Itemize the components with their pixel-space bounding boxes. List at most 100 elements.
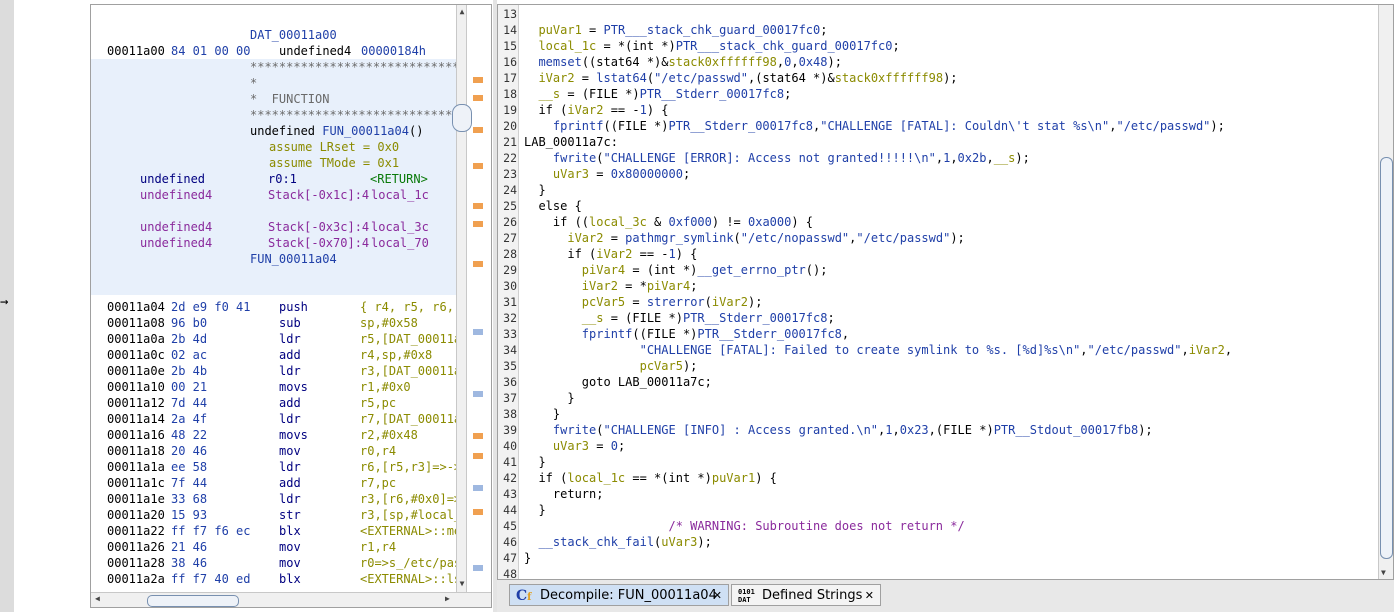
instruction-address[interactable]: 00011a1c — [107, 475, 165, 491]
overview-marker[interactable] — [473, 261, 483, 267]
var-name[interactable]: local_1c — [371, 187, 429, 203]
instruction-mnemonic[interactable]: blx — [279, 571, 301, 587]
listing-horizontal-scrollbar[interactable]: ◀ ▶ — [91, 592, 491, 607]
code-line[interactable]: LAB_00011a7c: — [524, 134, 618, 150]
scroll-down-icon[interactable]: ▼ — [1381, 568, 1386, 577]
instruction-mnemonic[interactable]: str — [279, 507, 301, 523]
overview-marker[interactable] — [473, 453, 483, 459]
instruction-address[interactable]: 00011a1e — [107, 491, 165, 507]
instruction-address[interactable]: 00011a08 — [107, 315, 165, 331]
instruction-address[interactable]: 00011a0e — [107, 363, 165, 379]
instruction-mnemonic[interactable]: sub — [279, 315, 301, 331]
horizontal-scroll-thumb[interactable] — [147, 595, 239, 607]
code-line[interactable]: } — [524, 454, 545, 470]
data-address[interactable]: 00011a00 — [107, 43, 165, 59]
function-name[interactable]: FUN_00011a04 — [322, 124, 409, 138]
close-icon[interactable]: ✕ — [865, 585, 874, 607]
instruction-mnemonic[interactable]: ldr — [279, 411, 301, 427]
overview-marker[interactable] — [473, 565, 483, 571]
code-line[interactable]: pcVar5 = strerror(iVar2); — [524, 294, 763, 310]
instruction-operands[interactable]: r1,r4 — [360, 539, 396, 555]
vertical-scroll-thumb[interactable] — [1380, 157, 1393, 559]
instruction-address[interactable]: 00011a26 — [107, 539, 165, 555]
instruction-operands[interactable]: r2,#0x48 — [360, 427, 418, 443]
code-line[interactable]: if (iVar2 == -1) { — [524, 246, 697, 262]
code-line[interactable]: goto LAB_00011a7c; — [524, 374, 712, 390]
code-line[interactable]: } — [524, 390, 574, 406]
instruction-operands[interactable]: <EXTERNAL>::me — [360, 523, 459, 539]
instruction-operands[interactable]: sp,#0x58 — [360, 315, 418, 331]
code-line[interactable]: else { — [524, 198, 581, 214]
instruction-mnemonic[interactable]: movs — [279, 427, 308, 443]
overview-marker[interactable] — [473, 329, 483, 335]
listing-scroll-thumb[interactable] — [452, 104, 472, 132]
code-line[interactable]: piVar4 = (int *)__get_errno_ptr(); — [524, 262, 828, 278]
code-line[interactable]: } — [524, 550, 531, 566]
overview-marker[interactable] — [473, 433, 483, 439]
overview-marker[interactable] — [473, 391, 483, 397]
code-line[interactable]: __stack_chk_fail(uVar3); — [524, 534, 711, 550]
listing-panel[interactable]: DAT_00011a00 00011a00 84 01 00 00 undefi… — [90, 4, 492, 608]
instruction-address[interactable]: 00011a10 — [107, 379, 165, 395]
instruction-address[interactable]: 00011a2a — [107, 571, 165, 587]
instruction-mnemonic[interactable]: add — [279, 395, 301, 411]
var-name[interactable]: local_3c — [371, 219, 429, 235]
overview-marker[interactable] — [473, 163, 483, 169]
instruction-address[interactable]: 00011a12 — [107, 395, 165, 411]
overview-marker[interactable] — [473, 509, 483, 515]
code-line[interactable]: uVar3 = 0; — [524, 438, 625, 454]
decompile-vertical-scrollbar[interactable]: ▼ — [1378, 5, 1393, 579]
instruction-mnemonic[interactable]: add — [279, 347, 301, 363]
code-line[interactable]: if (local_1c == *(int *)puVar1) { — [524, 470, 776, 486]
instruction-mnemonic[interactable]: blx — [279, 523, 301, 539]
code-line[interactable]: fprintf((FILE *)PTR__Stderr_00017fc8, — [524, 326, 849, 342]
code-line[interactable]: puVar1 = PTR___stack_chk_guard_00017fc0; — [524, 22, 827, 38]
instruction-address[interactable]: 00011a22 — [107, 523, 165, 539]
instruction-operands[interactable]: r3,[sp,#local_ — [360, 507, 459, 523]
overview-marker[interactable] — [473, 95, 483, 101]
instruction-operands[interactable]: r7,pc — [360, 475, 396, 491]
overview-marker[interactable] — [473, 485, 483, 491]
code-line[interactable]: return; — [524, 486, 604, 502]
instruction-mnemonic[interactable]: mov — [279, 443, 301, 459]
instruction-address[interactable]: 00011a0c — [107, 347, 165, 363]
instruction-operands[interactable]: r7,[DAT_00011a — [360, 411, 459, 427]
instruction-mnemonic[interactable]: ldr — [279, 459, 301, 475]
instruction-operands[interactable]: { r4, r5, r6, — [360, 299, 454, 315]
code-line[interactable]: fwrite("CHALLENGE [INFO] : Access grante… — [524, 422, 1153, 438]
instruction-operands[interactable]: r5,[DAT_00011a — [360, 331, 459, 347]
instruction-address[interactable]: 00011a20 — [107, 507, 165, 523]
decompile-panel[interactable]: 13 14 15 16 17 18 19 20 21 22 23 24 25 26 27 28 29 30 31 32… — [497, 4, 1394, 580]
overview-marker[interactable] — [473, 127, 483, 133]
instruction-mnemonic[interactable]: ldr — [279, 331, 301, 347]
code-line[interactable]: memset((stat64 *)&stack0xffffff98,0,0x48… — [524, 54, 842, 70]
scroll-right-icon[interactable]: ▶ — [445, 594, 450, 603]
instruction-address[interactable]: 00011a1a — [107, 459, 165, 475]
code-line[interactable]: } — [524, 502, 545, 518]
code-line[interactable]: /* WARNING: Subroutine does not return *… — [524, 518, 964, 534]
instruction-operands[interactable]: r3,[DAT_00011a — [360, 363, 459, 379]
instruction-address[interactable]: 00011a04 — [107, 299, 165, 315]
code-line[interactable]: iVar2 = lstat64("/etc/passwd",(stat64 *)… — [524, 70, 957, 86]
instruction-address[interactable]: 00011a14 — [107, 411, 165, 427]
function-label[interactable]: FUN_00011a04 — [250, 251, 337, 267]
instruction-operands[interactable]: <EXTERNAL>::ls — [360, 571, 459, 587]
instruction-operands[interactable]: r0=>s_/etc/pas — [360, 555, 459, 571]
code-line[interactable]: "CHALLENGE [FATAL]: Failed to create sym… — [524, 342, 1232, 358]
code-line[interactable]: fprintf((FILE *)PTR__Stderr_00017fc8,"CH… — [524, 118, 1225, 134]
instruction-operands[interactable]: r5,pc — [360, 395, 396, 411]
code-line[interactable]: if (iVar2 == -1) { — [524, 102, 668, 118]
code-line[interactable]: if ((local_3c & 0xf000) != 0xa000) { — [524, 214, 813, 230]
var-name[interactable]: <RETURN> — [370, 171, 428, 187]
instruction-mnemonic[interactable]: push — [279, 299, 308, 315]
instruction-operands[interactable]: r1,#0x0 — [360, 379, 411, 395]
code-line[interactable]: pcVar5); — [524, 358, 698, 374]
code-line[interactable]: } — [524, 406, 560, 422]
code-line[interactable]: __s = (FILE *)PTR__Stderr_00017fc8; — [524, 86, 791, 102]
instruction-operands[interactable]: r3,[r6,#0x0]=> — [360, 491, 459, 507]
overview-marker[interactable] — [473, 77, 483, 83]
code-line[interactable]: iVar2 = pathmgr_symlink("/etc/nopasswd",… — [524, 230, 964, 246]
instruction-mnemonic[interactable]: ldr — [279, 491, 301, 507]
instruction-address[interactable]: 00011a0a — [107, 331, 165, 347]
code-line[interactable]: } — [524, 182, 545, 198]
